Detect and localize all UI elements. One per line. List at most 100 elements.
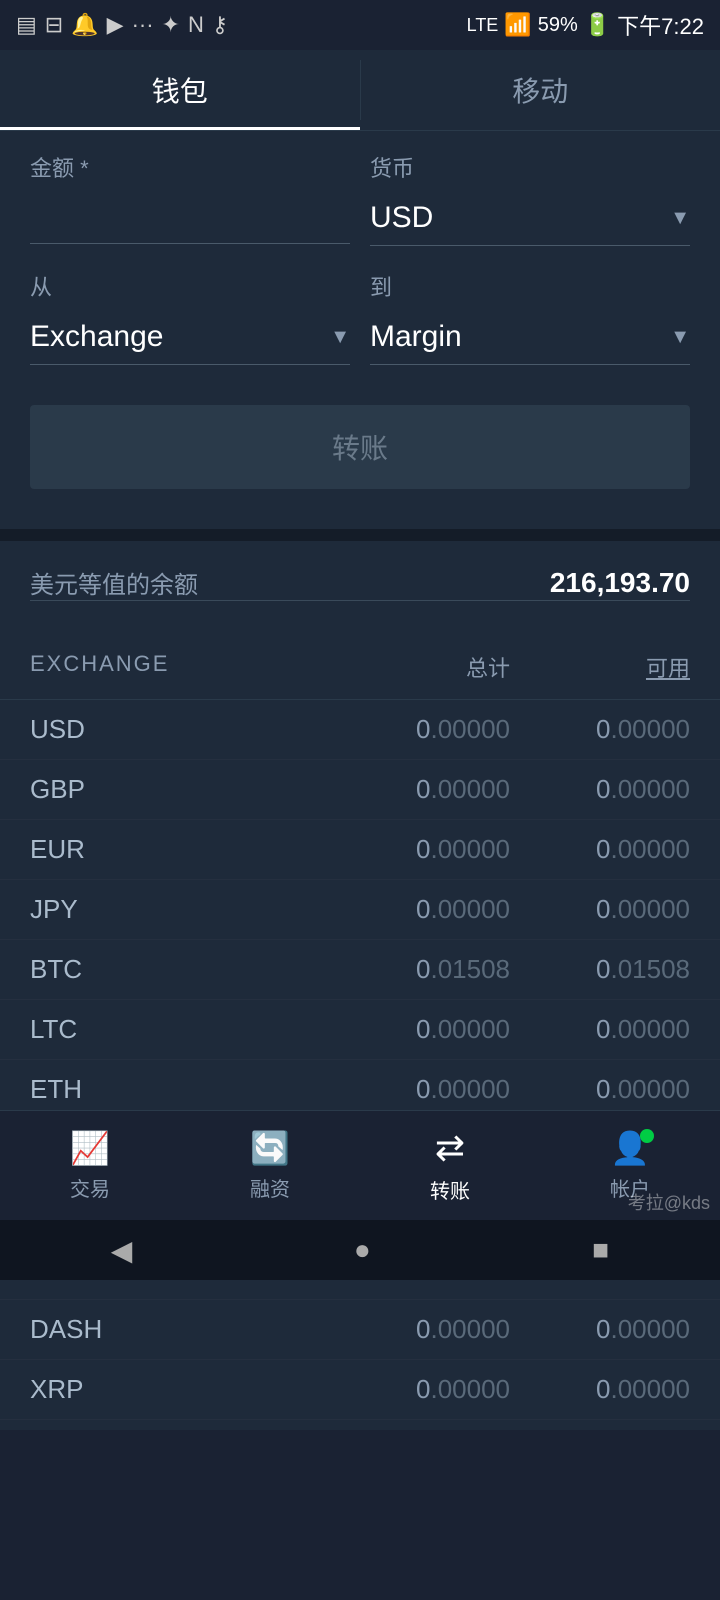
- currency-select-display[interactable]: USD ▼: [370, 191, 690, 245]
- available-value: 0.00000: [570, 774, 690, 805]
- back-button[interactable]: ◀: [111, 1234, 133, 1267]
- gesture-bar: ◀ ● ■: [0, 1220, 720, 1280]
- account-dot: [640, 1129, 654, 1143]
- to-select[interactable]: Margin ▼: [370, 310, 690, 365]
- balance-value: 216,193.70: [550, 567, 690, 599]
- section-divider: [0, 529, 720, 541]
- exchange-values: 0.00000 0.00000: [390, 714, 690, 745]
- tab-move[interactable]: 移动: [361, 50, 720, 130]
- exchange-values: 0.00000 0.00000: [390, 894, 690, 925]
- status-bar: ▤ ⊟ 🔔 ▶ ··· ✦ N ⚷ LTE 📶 59% 🔋 下午7:22: [0, 0, 720, 50]
- amount-group: 金额 *: [30, 151, 350, 246]
- balance-label: 美元等值的余额: [30, 565, 198, 600]
- transfer-btn-wrapper: 转账: [30, 389, 690, 499]
- currency-label: XRP: [30, 1374, 150, 1405]
- table-row: USD 0.00000 0.00000: [0, 700, 720, 760]
- to-select-display[interactable]: Margin ▼: [370, 310, 690, 364]
- from-label: 从: [30, 270, 350, 302]
- exchange-values: 0.00000 0.00000: [390, 1074, 690, 1105]
- currency-label: ETH: [30, 1074, 150, 1105]
- currency-label: USD: [30, 714, 150, 745]
- total-value: 0.00000: [390, 894, 510, 925]
- currency-label: 货币: [370, 151, 690, 183]
- col-header-total: 总计: [390, 651, 510, 683]
- available-value: 0.00000: [570, 1374, 690, 1405]
- currency-label: BTC: [30, 954, 150, 985]
- exchange-rows: USD 0.00000 0.00000 GBP 0.00000 0.00000 …: [0, 700, 720, 1420]
- currency-group: 货币 USD ▼: [370, 151, 690, 246]
- s-icon: ⊟: [45, 12, 63, 38]
- table-row: LTC 0.00000 0.00000: [0, 1000, 720, 1060]
- nav-transfer[interactable]: ⇄ 转账: [430, 1127, 470, 1204]
- sim-icon: ▤: [16, 12, 37, 38]
- form-row-top: 金额 * 货币 USD ▼: [30, 151, 690, 246]
- status-right: LTE 📶 59% 🔋 下午7:22: [467, 9, 704, 41]
- key-icon: ⚷: [212, 12, 228, 38]
- currency-label: DASH: [30, 1314, 150, 1345]
- currency-chevron-icon: ▼: [670, 207, 690, 230]
- recent-button[interactable]: ■: [592, 1234, 609, 1266]
- table-row: DASH 0.00000 0.00000: [0, 1300, 720, 1360]
- available-value: 0.00000: [570, 714, 690, 745]
- nav-fund[interactable]: 🔄 融资: [250, 1129, 290, 1202]
- exchange-values: 0.00000 0.00000: [390, 1314, 690, 1345]
- home-button[interactable]: ●: [354, 1234, 371, 1266]
- currency-label: LTC: [30, 1014, 150, 1045]
- available-value: 0.00000: [570, 834, 690, 865]
- nfc-icon: N: [188, 12, 204, 38]
- exchange-values: 0.00000 0.00000: [390, 1014, 690, 1045]
- amount-label: 金额 *: [30, 151, 350, 183]
- table-row: EUR 0.00000 0.00000: [0, 820, 720, 880]
- from-select[interactable]: Exchange ▼: [30, 310, 350, 365]
- table-row: XRP 0.00000 0.00000: [0, 1360, 720, 1420]
- status-left: ▤ ⊟ 🔔 ▶ ··· ✦ N ⚷: [16, 12, 228, 38]
- available-value: 0.00000: [570, 1014, 690, 1045]
- bell-icon: 🔔: [71, 12, 98, 38]
- table-row: BTC 0.01508 0.01508: [0, 940, 720, 1000]
- to-value: Margin: [370, 320, 462, 354]
- to-group: 到 Margin ▼: [370, 270, 690, 365]
- watermark: 考拉@kds: [628, 1189, 710, 1215]
- trade-icon: 📈: [70, 1129, 110, 1167]
- exchange-values: 0.00000 0.00000: [390, 834, 690, 865]
- send-icon: ▶: [107, 12, 124, 38]
- to-chevron-icon: ▼: [670, 326, 690, 349]
- total-value: 0.00000: [390, 1374, 510, 1405]
- from-select-display[interactable]: Exchange ▼: [30, 310, 350, 364]
- time: 下午7:22: [617, 9, 704, 41]
- nav-trade[interactable]: 📈 交易: [70, 1129, 110, 1202]
- main-tab-bar: 钱包 移动: [0, 50, 720, 131]
- total-value: 0.00000: [390, 1014, 510, 1045]
- available-value: 0.00000: [570, 1074, 690, 1105]
- col-header-available: 可用: [570, 651, 690, 683]
- total-value: 0.00000: [390, 1074, 510, 1105]
- balance-row: 美元等值的余额 216,193.70: [30, 565, 690, 601]
- dots-icon: ···: [132, 12, 154, 38]
- exchange-values: 0.00000 0.00000: [390, 1374, 690, 1405]
- battery-percent: 59%: [538, 14, 578, 37]
- exchange-section-label: EXCHANGE: [30, 651, 169, 683]
- currency-label: EUR: [30, 834, 150, 865]
- to-label: 到: [370, 270, 690, 302]
- transfer-button[interactable]: 转账: [30, 405, 690, 489]
- available-value: 0.00000: [570, 1314, 690, 1345]
- bottom-nav: 📈 交易 🔄 融资 ⇄ 转账 👤 帐户: [0, 1110, 720, 1220]
- exchange-values: 0.01508 0.01508: [390, 954, 690, 985]
- currency-value: USD: [370, 201, 433, 235]
- form-section: 金额 * 货币 USD ▼ 从 Exchange: [0, 131, 720, 529]
- exchange-values: 0.00000 0.00000: [390, 774, 690, 805]
- balance-section: 美元等值的余额 216,193.70: [0, 541, 720, 625]
- total-value: 0.00000: [390, 834, 510, 865]
- lte-indicator: LTE: [467, 15, 499, 36]
- transfer-icon: ⇄: [435, 1127, 465, 1169]
- signal-bars: 📶: [504, 12, 531, 38]
- tab-wallet[interactable]: 钱包: [0, 50, 360, 130]
- exchange-col-headers: 总计 可用: [390, 651, 690, 683]
- currency-select[interactable]: USD ▼: [370, 191, 690, 246]
- amount-input[interactable]: [30, 191, 350, 244]
- exchange-section: EXCHANGE 总计 可用 USD 0.00000 0.00000 GBP 0…: [0, 625, 720, 1430]
- available-value: 0.01508: [570, 954, 690, 985]
- available-value: 0.00000: [570, 894, 690, 925]
- fund-icon: 🔄: [250, 1129, 290, 1167]
- total-value: 0.00000: [390, 714, 510, 745]
